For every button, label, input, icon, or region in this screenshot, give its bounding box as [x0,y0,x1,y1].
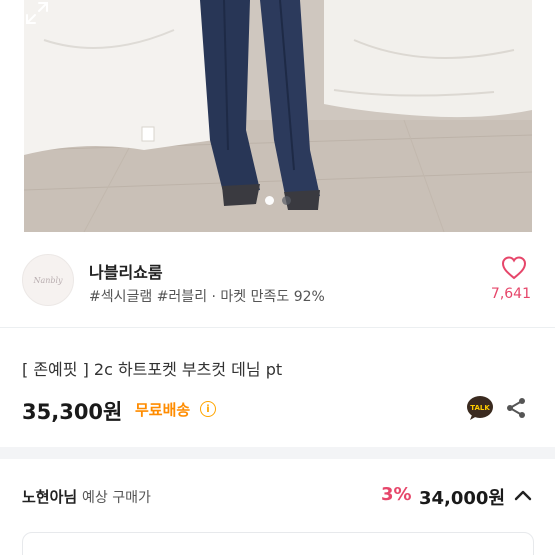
free-shipping-label: 무료배송 [135,401,191,419]
shop-logo[interactable]: Nanbly [22,254,74,306]
product-title: [ 존예핏 ] 2c 하트포켓 부츠컷 데님 pt [22,360,283,379]
talk-badge-text: TALK [470,404,490,412]
expand-icon[interactable] [24,0,50,26]
shop-info[interactable]: Nanbly 나블리쇼룸 #섹시글램 #러블리 · 마켓 만족도 92% 7,6… [0,242,555,324]
talk-chat-icon[interactable]: TALK [466,395,494,421]
like-count: 7,641 [490,286,531,302]
buyer-name: 노현아님 [22,488,78,506]
chevron-up-icon[interactable] [512,486,534,504]
expected-price: 34,000원 [419,488,506,509]
shop-name[interactable]: 나블리쇼룸 [89,259,163,283]
product-price: 35,300원 [22,400,123,424]
shipping-info-icon[interactable]: i [200,401,216,417]
product-image[interactable] [24,0,532,232]
carousel-dots[interactable] [24,196,532,205]
price-detail-card [22,532,534,555]
section-separator [0,447,555,459]
carousel-dot-active[interactable] [265,196,274,205]
expected-price-label: 예상 구매가 [82,490,151,506]
discount-rate: 3% [381,484,412,505]
shop-tags: #섹시글램 #러블리 · 마켓 만족도 92% [89,289,325,305]
heart-icon[interactable] [501,255,527,281]
share-icon[interactable] [504,396,528,420]
carousel-dot[interactable] [282,196,291,205]
shop-logo-text: Nanbly [33,275,63,285]
divider [0,327,555,328]
